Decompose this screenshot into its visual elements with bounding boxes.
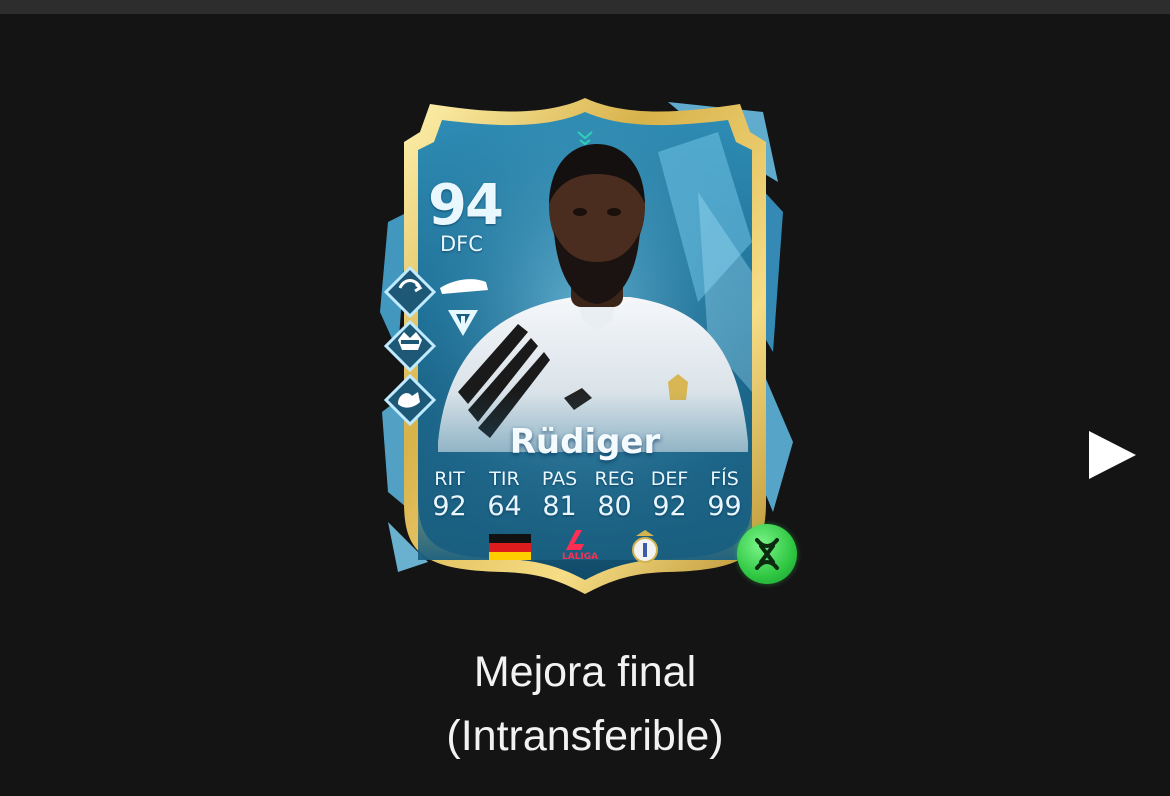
top-bar [0,0,1170,14]
stat-label: RIT [434,468,465,490]
stat-pas: PAS 81 [532,467,587,523]
stat-label: PAS [541,468,578,490]
evolution-badge-icon[interactable] [737,524,797,584]
germany-flag-icon [489,534,531,560]
stat-tir: TIR 64 [477,467,532,523]
next-button[interactable] [1082,425,1142,485]
stat-label: DEF [650,468,689,490]
stat-def: DEF 92 [642,467,697,523]
stat-value: 99 [707,491,742,522]
play-arrow-icon [1089,431,1136,479]
stat-value: 64 [487,491,522,522]
stat-reg: REG 80 [587,467,642,523]
player-position: DFC [440,232,483,256]
caption-line-1: Mejora final [473,648,697,696]
evolution-symbol-icon [755,538,779,570]
player-rating: 94 [428,173,504,238]
player-name: Rüdiger [509,422,661,462]
stat-value: 80 [597,491,632,522]
reward-caption: Mejora final (Intransferible) [285,640,885,768]
stat-label: FÍS [710,468,739,490]
stat-fis: FÍS 99 [697,467,752,523]
stat-value: 92 [432,491,467,522]
playstyle-icons [383,265,437,427]
stats-row: RIT 92 TIR 64 PAS 81 REG 80 DEF 92 FÍS 9… [422,467,752,523]
league-logo-text: LALIGA [562,552,599,562]
stat-label: REG [594,468,635,490]
stat-rit: RIT 92 [422,467,477,523]
stat-label: TIR [489,468,520,490]
stat-value: 92 [652,491,687,522]
stat-value: 81 [542,491,577,522]
player-card[interactable]: 94 DFC Rüdiger RIT 92 TIR 64 PAS 81 REG … [368,92,802,602]
caption-line-2: (Intransferible) [446,712,724,760]
